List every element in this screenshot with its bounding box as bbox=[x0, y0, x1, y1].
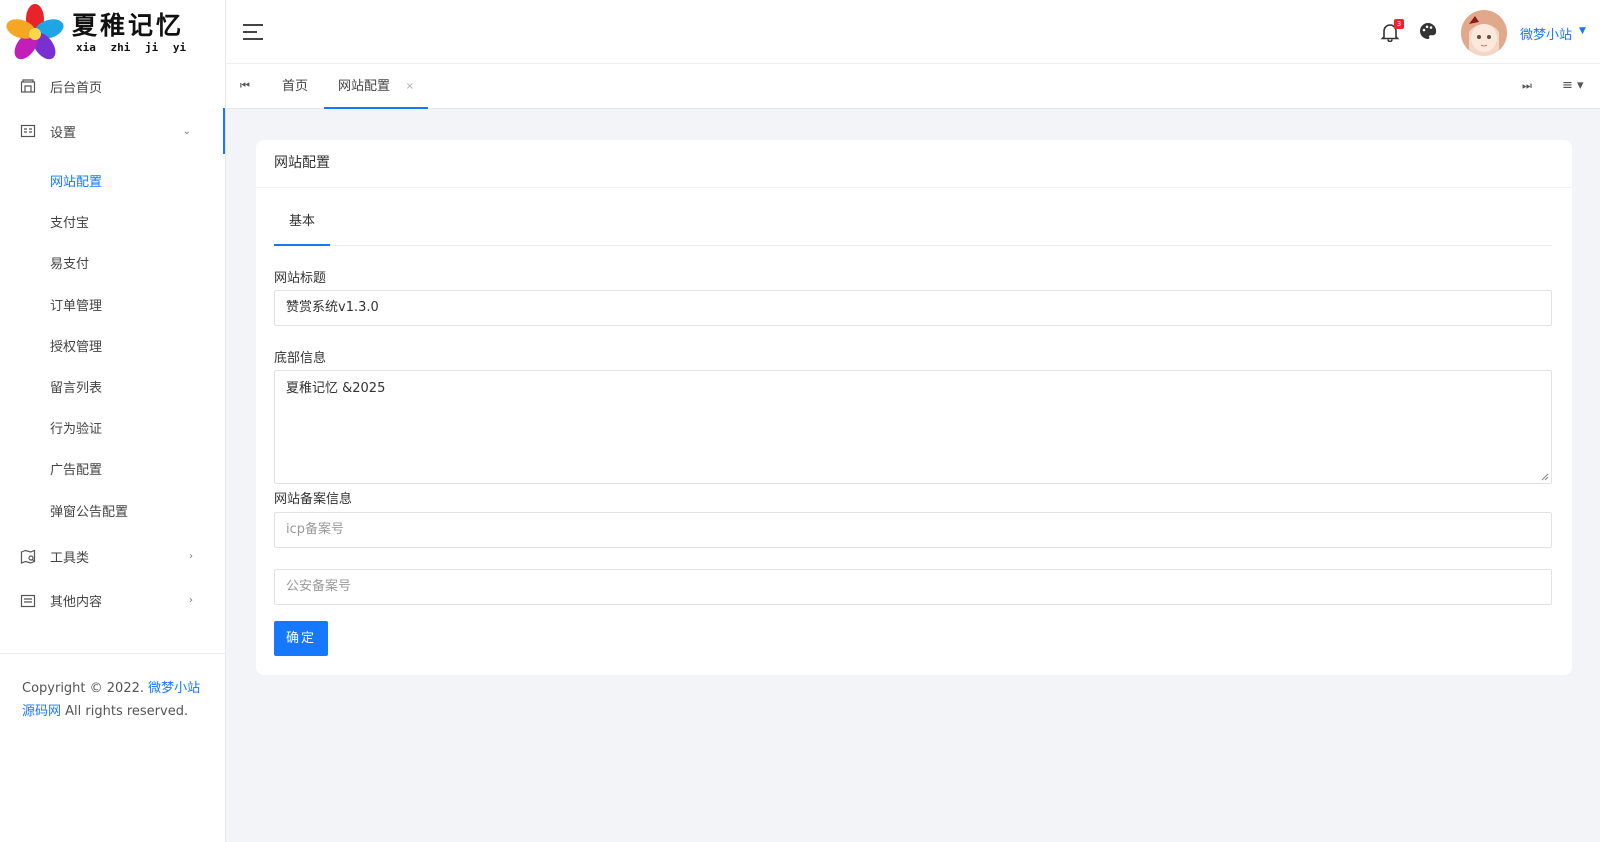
icp-placeholder: icp备案号 bbox=[286, 522, 345, 537]
top-header: 3 微梦小站 ▼ bbox=[226, 0, 1600, 64]
settings-panel-icon bbox=[20, 123, 36, 139]
icp-info-label: 网站备案信息 bbox=[274, 492, 353, 507]
icp-input[interactable]: icp备案号 bbox=[274, 512, 1552, 548]
close-icon[interactable]: × bbox=[406, 64, 414, 109]
sidebar-item-label: 其他内容 bbox=[50, 595, 103, 611]
map-icon bbox=[20, 549, 36, 565]
scroll-right-icon[interactable]: ⏭ bbox=[1522, 79, 1532, 93]
page-tabs-bar: ⏮ 首页 网站配置 × ⏭ ≡ ▾ bbox=[226, 64, 1600, 109]
logo-title: 夏稚记忆 bbox=[72, 11, 185, 40]
sidebar-subitem-ads[interactable]: 广告配置 bbox=[0, 448, 225, 489]
tab-home[interactable]: 首页 bbox=[282, 64, 308, 109]
sidebar-subitem-popup-notice[interactable]: 弹窗公告配置 bbox=[0, 490, 225, 531]
tab-site-config[interactable]: 网站配置 × bbox=[324, 64, 428, 109]
user-menu[interactable]: 微梦小站 bbox=[1520, 24, 1572, 43]
hamburger-menu-icon[interactable] bbox=[242, 22, 264, 42]
sidebar-item-label: 工具类 bbox=[50, 551, 90, 567]
tab-label: 网站配置 bbox=[338, 79, 391, 94]
sidebar-subitem-alipay[interactable]: 支付宝 bbox=[0, 201, 225, 242]
sidebar-item-tools[interactable]: 工具类 › bbox=[0, 535, 225, 579]
card-title: 网站配置 bbox=[256, 140, 1572, 188]
copyright: Copyright © 2022. 微梦小站源码网 All rights res… bbox=[22, 677, 212, 723]
sidebar-subitem-captcha[interactable]: 行为验证 bbox=[0, 407, 225, 448]
sidebar-subitem-orders[interactable]: 订单管理 bbox=[0, 284, 225, 325]
site-title-input[interactable]: 赞赏系统v1.3.0 bbox=[274, 290, 1552, 326]
site-title-label: 网站标题 bbox=[274, 271, 327, 286]
flower-logo-icon bbox=[6, 4, 64, 60]
sidebar-item-settings[interactable]: 设置 ⌄ bbox=[0, 108, 225, 154]
chevron-down-icon: ⌄ bbox=[182, 125, 191, 137]
submit-button[interactable]: 确定 bbox=[274, 621, 328, 656]
footer-info-value: 夏稚记忆 &2025 bbox=[286, 381, 386, 396]
scroll-left-icon[interactable]: ⏮ bbox=[240, 79, 250, 93]
logo[interactable]: 夏稚记忆 xia zhi ji yi bbox=[0, 0, 225, 64]
list-icon bbox=[20, 593, 36, 609]
tab-basic[interactable]: 基本 bbox=[274, 206, 330, 246]
tab-options-menu-icon[interactable]: ≡ ▾ bbox=[1562, 78, 1584, 93]
resize-handle-icon[interactable] bbox=[1541, 473, 1549, 481]
sidebar-item-label: 设置 bbox=[50, 125, 77, 141]
copyright-suffix: All rights reserved. bbox=[61, 704, 189, 719]
sidebar-subitem-messages[interactable]: 留言列表 bbox=[0, 366, 225, 407]
sidebar-divider bbox=[0, 653, 226, 654]
footer-info-textarea[interactable]: 夏稚记忆 &2025 bbox=[274, 370, 1552, 484]
site-config-card: 网站配置 基本 网站标题 赞赏系统v1.3.0 底部信息 夏稚记忆 &2025 … bbox=[256, 140, 1572, 675]
config-tabs: 基本 bbox=[274, 206, 1552, 246]
sidebar-item-other[interactable]: 其他内容 › bbox=[0, 579, 225, 623]
footer-info-label: 底部信息 bbox=[274, 351, 327, 366]
sidebar: 夏稚记忆 xia zhi ji yi 后台首页 设置 ⌄ 网站配置 支付宝 易支… bbox=[0, 0, 226, 842]
chevron-right-icon: › bbox=[189, 595, 193, 607]
sidebar-subitem-easypay[interactable]: 易支付 bbox=[0, 242, 225, 283]
police-record-input[interactable]: 公安备案号 bbox=[274, 569, 1552, 605]
palette-icon[interactable] bbox=[1419, 22, 1437, 40]
copyright-prefix: Copyright © 2022. bbox=[22, 681, 149, 696]
chevron-right-icon: › bbox=[189, 551, 193, 563]
sidebar-item-label: 后台首页 bbox=[50, 80, 103, 96]
sidebar-subitem-site-config[interactable]: 网站配置 bbox=[0, 160, 225, 201]
avatar[interactable] bbox=[1461, 10, 1507, 56]
sidebar-subitem-licenses[interactable]: 授权管理 bbox=[0, 325, 225, 366]
police-record-placeholder: 公安备案号 bbox=[286, 579, 352, 594]
dashboard-icon bbox=[20, 78, 36, 94]
logo-pinyin: xia zhi ji yi bbox=[76, 41, 187, 54]
caret-down-icon[interactable]: ▼ bbox=[1579, 26, 1586, 36]
notification-badge: 3 bbox=[1394, 19, 1404, 29]
sidebar-item-dashboard[interactable]: 后台首页 bbox=[0, 64, 225, 108]
